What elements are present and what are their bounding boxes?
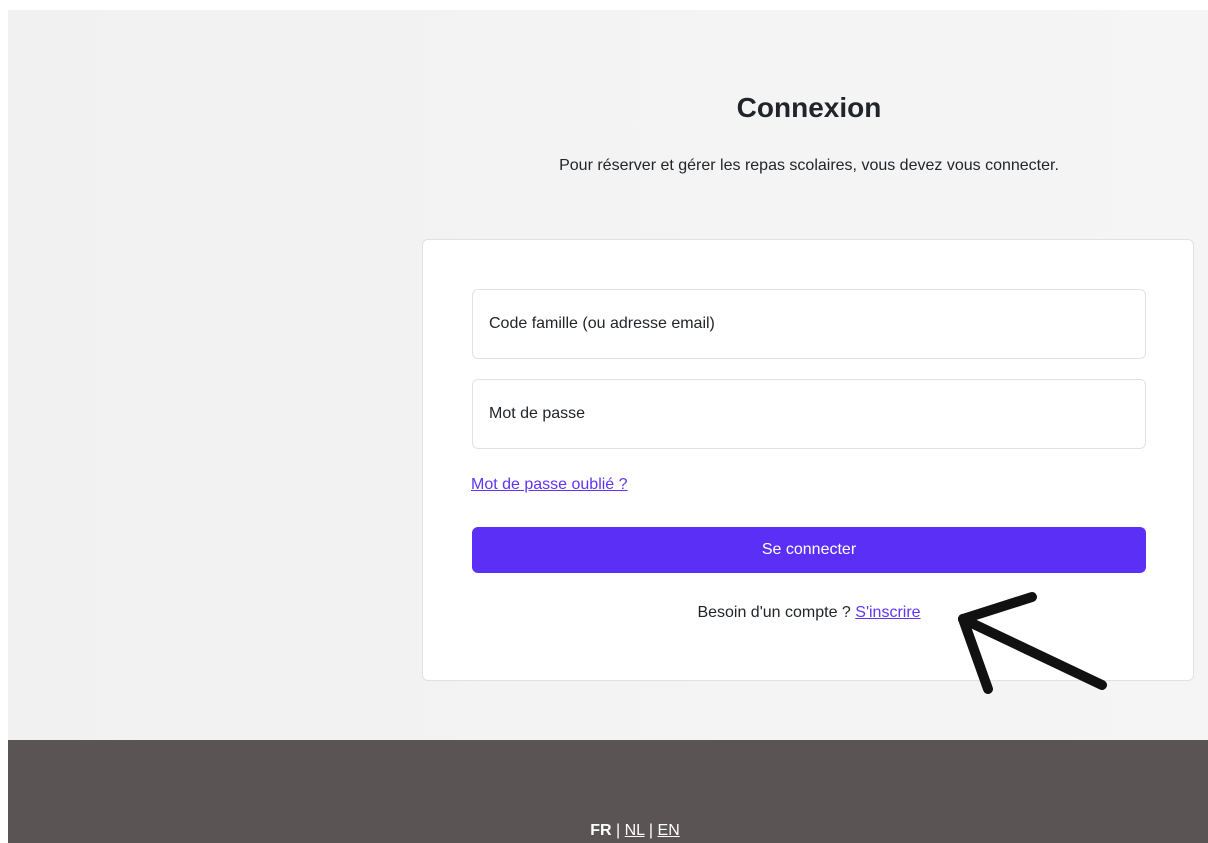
language-switcher: FR | NL | EN bbox=[35, 822, 1208, 840]
signup-prompt: Besoin d'un compte ? bbox=[697, 604, 851, 621]
lang-en[interactable]: EN bbox=[658, 822, 680, 839]
footer: FR | NL | EN bbox=[8, 740, 1208, 843]
lang-nl[interactable]: NL bbox=[625, 822, 645, 839]
login-button[interactable]: Se connecter bbox=[472, 527, 1146, 573]
signup-link[interactable]: S'inscrire bbox=[855, 604, 920, 621]
page-title: Connexion bbox=[736, 92, 882, 123]
password-field[interactable] bbox=[472, 379, 1146, 449]
password-input[interactable] bbox=[489, 405, 1145, 423]
lang-separator: | bbox=[616, 822, 621, 839]
lang-fr[interactable]: FR bbox=[590, 822, 611, 839]
arrow-up-left-icon bbox=[958, 592, 1107, 694]
page-subtitle: Pour réserver et gérer les repas scolair… bbox=[559, 157, 1059, 174]
lang-separator: | bbox=[648, 822, 654, 839]
forgot-password-link[interactable]: Mot de passe oublié ? bbox=[471, 476, 628, 494]
code-famille-field[interactable] bbox=[472, 289, 1146, 359]
code-famille-input[interactable] bbox=[489, 315, 1145, 333]
